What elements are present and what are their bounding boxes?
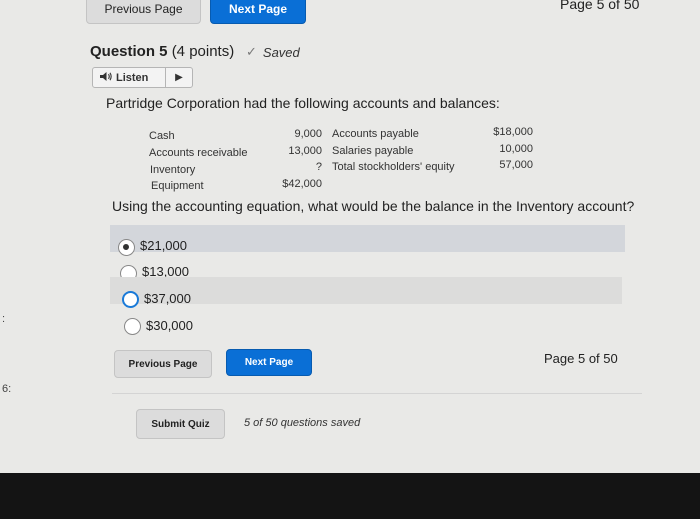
next-page-button-top[interactable]: Next Page bbox=[210, 0, 306, 24]
page-indicator-bottom: Page 5 of 50 bbox=[544, 351, 618, 366]
question-prompt: Partridge Corporation had the following … bbox=[106, 95, 500, 111]
account-value: $18,000 bbox=[493, 126, 533, 138]
account-name: Inventory bbox=[150, 164, 196, 176]
previous-page-button-top[interactable]: Previous Page bbox=[86, 0, 201, 24]
left-margin-mark: 6: bbox=[2, 383, 12, 395]
account-value: 9,000 bbox=[294, 128, 322, 140]
option-label[interactable]: $30,000 bbox=[146, 318, 193, 333]
account-value: 13,000 bbox=[288, 145, 322, 157]
account-name: Salaries payable bbox=[332, 145, 414, 157]
account-name: Equipment bbox=[151, 180, 204, 192]
previous-page-button-bottom[interactable]: Previous Page bbox=[114, 350, 212, 378]
question-number: Question 5 bbox=[90, 43, 168, 60]
account-name: Cash bbox=[149, 130, 175, 142]
option-radio[interactable] bbox=[118, 239, 135, 256]
option-label[interactable]: $21,000 bbox=[140, 238, 187, 253]
saved-status: ✓ Saved bbox=[246, 44, 300, 60]
page-indicator-top: Page 5 of 50 bbox=[560, 0, 640, 12]
screen-bottom-bar bbox=[0, 473, 700, 519]
check-icon: ✓ bbox=[246, 44, 257, 59]
listen-button[interactable]: Listen bbox=[93, 68, 166, 87]
divider bbox=[112, 393, 642, 394]
listen-control[interactable]: Listen ▶ bbox=[92, 67, 193, 88]
option-row-1[interactable] bbox=[110, 225, 625, 252]
questions-saved-count: 5 of 50 questions saved bbox=[244, 417, 361, 429]
left-margin-mark: : bbox=[2, 313, 6, 325]
speaker-icon bbox=[99, 71, 113, 85]
account-value: 57,000 bbox=[499, 159, 533, 171]
submit-quiz-button[interactable]: Submit Quiz bbox=[136, 409, 225, 439]
saved-label: Saved bbox=[262, 44, 300, 60]
option-radio[interactable] bbox=[122, 291, 139, 308]
next-page-button-bottom[interactable]: Next Page bbox=[226, 349, 312, 376]
account-name: Accounts payable bbox=[332, 128, 419, 140]
account-value: 10,000 bbox=[499, 143, 533, 155]
listen-label: Listen bbox=[116, 71, 149, 84]
account-name: Accounts receivable bbox=[149, 147, 248, 159]
question-points: (4 points) bbox=[171, 43, 235, 60]
account-value: $42,000 bbox=[282, 178, 322, 190]
question-title: Question 5 (4 points) bbox=[90, 43, 234, 60]
play-icon[interactable]: ▶ bbox=[166, 68, 192, 87]
option-radio[interactable] bbox=[124, 318, 141, 335]
question-text: Using the accounting equation, what woul… bbox=[112, 198, 635, 214]
option-label[interactable]: $37,000 bbox=[144, 291, 191, 306]
account-name: Total stockholders' equity bbox=[332, 161, 455, 173]
account-value: ? bbox=[315, 161, 322, 173]
